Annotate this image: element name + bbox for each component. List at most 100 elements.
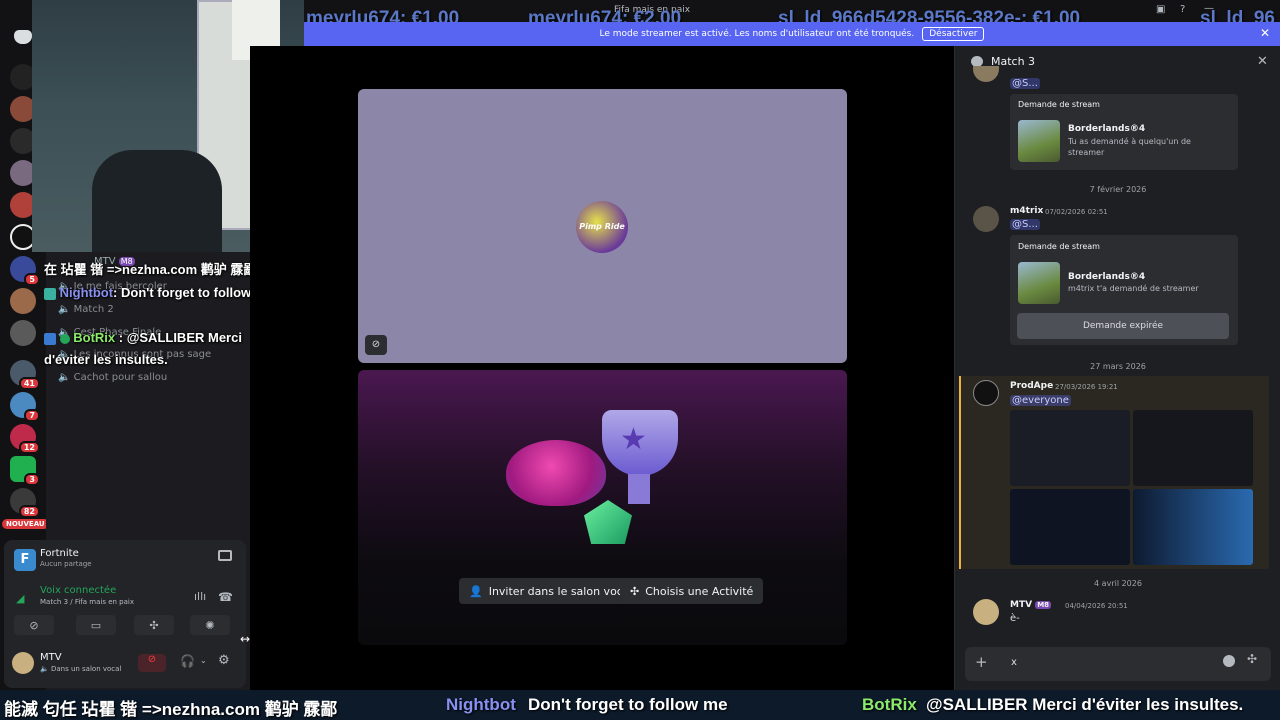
voice-channel[interactable]: 🔈 Match 2 bbox=[58, 304, 114, 315]
new-badge: NOUVEAU bbox=[2, 519, 49, 529]
gem-illustration bbox=[584, 500, 632, 544]
chevron-down-icon[interactable]: ⌄ bbox=[200, 656, 207, 665]
add-attachment-icon[interactable]: + bbox=[975, 653, 988, 671]
text-chat-panel: Match 3 ✕ @S... Demande de stream Border… bbox=[954, 46, 1280, 690]
message-mention: @S... bbox=[1010, 219, 1040, 230]
discord-icon[interactable] bbox=[14, 30, 32, 44]
message-time: 27/03/2026 19:21 bbox=[1055, 383, 1118, 391]
message-author[interactable]: ProdApe bbox=[1010, 381, 1053, 391]
server-logo: Pimp Ride bbox=[576, 201, 628, 253]
overlay-chat-line: d'éviter les insultes. bbox=[44, 352, 168, 367]
disconnect-icon[interactable]: ☎ bbox=[218, 590, 233, 604]
avatar[interactable] bbox=[12, 652, 34, 674]
voice-channel[interactable]: 🔈 Cachot pour sallou bbox=[58, 372, 167, 383]
signal-icon: ◢ bbox=[16, 592, 25, 605]
verified-icon bbox=[59, 333, 70, 344]
username: MTV bbox=[40, 652, 62, 663]
embed-title: Demande de stream bbox=[1018, 242, 1100, 251]
message-mention: @everyone bbox=[1010, 395, 1071, 406]
overlay-chat-line: Nightbot: Don't forget to follow me bbox=[44, 285, 274, 300]
ticker-text: Don't forget to follow me bbox=[528, 695, 728, 714]
ticker-text: 能滅 匂任 玷瞿 锴 =>nezhna.com 鹳驴 霡鄙 bbox=[4, 700, 338, 719]
speaker-icon: 🔈 bbox=[58, 304, 74, 315]
ticker-botrix: BotRix bbox=[862, 695, 917, 714]
emoji-icon[interactable] bbox=[1223, 655, 1235, 667]
chat-ticker: 能滅 匂任 玷瞿 锴 =>nezhna.com 鹳驴 霡鄙 Nightbot D… bbox=[0, 690, 1280, 720]
server-icon[interactable]: 7 bbox=[10, 392, 40, 422]
ticker-nightbot: Nightbot bbox=[446, 695, 516, 714]
stream-request-embed: Demande de stream Borderlands®4 m4trix t… bbox=[1010, 235, 1238, 345]
inbox-icon[interactable]: ▣ bbox=[1156, 4, 1165, 15]
date-separator: 27 mars 2026 bbox=[1090, 362, 1146, 371]
message-mention: @S... bbox=[1010, 78, 1040, 89]
activities-icon: ✣ bbox=[630, 584, 640, 598]
date-separator: 4 avril 2026 bbox=[1094, 579, 1142, 588]
choose-activity-button[interactable]: ✣ Choisis une Activité bbox=[620, 578, 764, 604]
ticker-text: @SALLIBER Merci d'éviter les insultes. bbox=[926, 695, 1244, 714]
apps-icon[interactable]: ✣ bbox=[1247, 652, 1257, 666]
avatar[interactable] bbox=[973, 380, 999, 406]
message-input[interactable]: x bbox=[1011, 657, 1017, 668]
user-status: 🔈 Dans un salon vocal bbox=[40, 665, 122, 673]
message-author[interactable]: m4trix bbox=[1010, 206, 1043, 216]
game-thumbnail bbox=[1018, 262, 1060, 304]
image-attachment[interactable] bbox=[1010, 410, 1130, 486]
server-icon[interactable]: 3 bbox=[10, 456, 40, 486]
voice-channel-name[interactable]: Match 3 / Fifa mais en paix bbox=[40, 598, 134, 606]
mute-mic-button[interactable]: ⊘ bbox=[138, 654, 166, 672]
close-icon[interactable]: ✕ bbox=[1257, 54, 1268, 69]
overlay-chat-line: BotRix : @SALLIBER Merci bbox=[44, 330, 242, 345]
soundwave-icon[interactable]: ıllı bbox=[194, 590, 206, 603]
server-icon[interactable]: 5 bbox=[10, 256, 40, 286]
banner-text: Le mode streamer est activé. Les noms d'… bbox=[599, 29, 915, 39]
avatar[interactable] bbox=[973, 599, 999, 625]
server-icon[interactable]: 41 bbox=[10, 360, 40, 390]
invite-voice-button[interactable]: 👤 Inviter dans le salon vocal bbox=[459, 578, 643, 604]
message-input-bar: + x ✣ bbox=[965, 647, 1271, 681]
speaker-icon: 🔈 bbox=[58, 372, 74, 383]
expired-request-button[interactable]: Demande expirée bbox=[1017, 313, 1229, 339]
embed-desc: m4trix t'a demandé de streamer bbox=[1068, 284, 1199, 293]
star-icon: ★ bbox=[620, 422, 647, 457]
image-attachment[interactable] bbox=[1133, 489, 1253, 565]
image-attachment[interactable] bbox=[1133, 410, 1253, 486]
headphones-icon[interactable]: 🎧 bbox=[180, 654, 195, 668]
message-time: 07/02/2026 02:51 bbox=[1045, 208, 1108, 216]
turtle-shell-illustration bbox=[506, 440, 606, 506]
camera-off-button[interactable]: ⊘ bbox=[14, 615, 54, 635]
embed-desc: Tu as demandé à quelqu'un de streamer bbox=[1068, 137, 1191, 157]
soundboard-button[interactable]: ✺ bbox=[190, 615, 230, 635]
trophy-stem bbox=[628, 474, 650, 504]
help-icon[interactable]: ? bbox=[1180, 4, 1185, 15]
activities-button[interactable]: ✣ bbox=[134, 615, 174, 635]
speaker-icon: 🔈 bbox=[40, 665, 49, 673]
voice-status[interactable]: Voix connectée bbox=[40, 585, 116, 596]
activity-status: Aucun partage bbox=[40, 560, 92, 568]
avatar[interactable] bbox=[973, 66, 999, 82]
mic-muted-icon: ⊘ bbox=[365, 335, 387, 355]
message-author[interactable]: MTV M8 bbox=[1010, 600, 1052, 610]
server-icon[interactable] bbox=[10, 288, 36, 314]
server-icon[interactable]: 82 bbox=[10, 488, 40, 518]
add-user-icon: 👤 bbox=[469, 584, 483, 598]
user-video-tile[interactable]: Pimp Ride ⊘ bbox=[358, 89, 847, 363]
fortnite-icon: F bbox=[14, 549, 36, 571]
screen-share-icon[interactable] bbox=[218, 550, 232, 561]
screen-share-button[interactable]: ▭ bbox=[76, 615, 116, 635]
streamer-mode-banner: Le mode streamer est activé. Les noms d'… bbox=[304, 22, 1280, 46]
server-icon[interactable] bbox=[10, 320, 36, 346]
server-icon[interactable]: 12 bbox=[10, 424, 40, 454]
embed-title: Demande de stream bbox=[1018, 100, 1100, 109]
message-time: 04/04/2026 20:51 bbox=[1065, 602, 1128, 610]
avatar[interactable] bbox=[973, 206, 999, 232]
resize-cursor-icon: ↔ bbox=[240, 632, 251, 646]
gear-icon[interactable]: ⚙ bbox=[218, 653, 230, 668]
date-separator: 7 février 2026 bbox=[1089, 185, 1147, 194]
message-text: è- bbox=[1010, 613, 1020, 624]
game-title: Borderlands®4 bbox=[1068, 272, 1146, 282]
disable-streamer-mode-button[interactable]: Désactiver bbox=[922, 27, 985, 41]
game-title: Borderlands®4 bbox=[1068, 124, 1146, 134]
image-attachment[interactable] bbox=[1010, 489, 1130, 565]
close-icon[interactable]: ✕ bbox=[1260, 26, 1270, 40]
server-badge: M8 bbox=[1035, 601, 1052, 609]
